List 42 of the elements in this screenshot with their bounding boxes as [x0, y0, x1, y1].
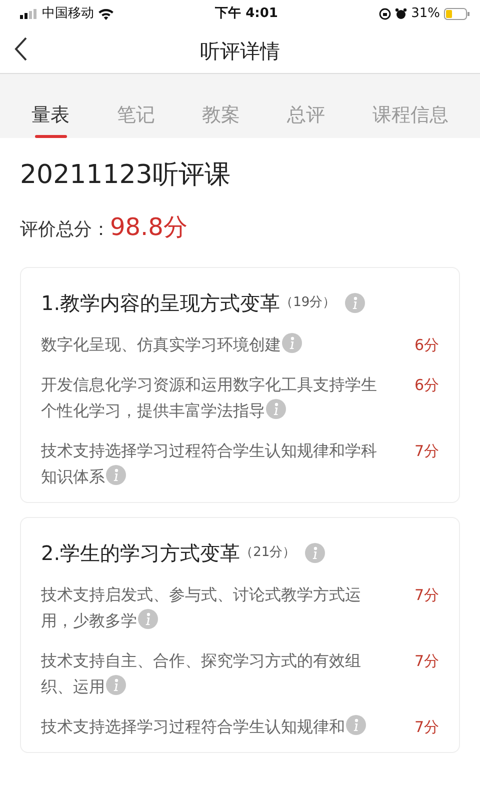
tab[interactable]: 量表	[32, 74, 70, 138]
rotation-lock-icon	[379, 8, 392, 20]
signal-icon	[20, 9, 38, 19]
info-icon[interactable]	[106, 675, 126, 695]
page-title: 听评详情	[200, 38, 280, 64]
status-time: 下午 4:01	[215, 5, 278, 24]
section-points: （21分）	[240, 544, 296, 562]
criterion-text: 数字化呈现、仿真实学习环境创建	[41, 332, 377, 358]
criterion-score: 7分	[414, 717, 439, 738]
section-points: （19分）	[280, 294, 336, 312]
info-icon[interactable]	[304, 543, 325, 563]
battery-percent: 31%	[411, 5, 440, 24]
info-icon[interactable]	[138, 609, 158, 629]
criterion-score: 6分	[414, 335, 439, 356]
lesson-title: 20211123听评课	[20, 159, 232, 192]
criterion-score: 7分	[414, 651, 439, 672]
tab[interactable]: 教案	[202, 74, 240, 138]
criterion-score: 7分	[414, 585, 439, 606]
criterion-text: 技术支持启发式、参与式、讨论式教学方式运用，少教多学	[41, 584, 362, 632]
section-title: 1.教学内容的呈现方式变革	[41, 290, 280, 317]
info-icon[interactable]	[346, 715, 366, 735]
criterion-text: 技术支持选择学习过程符合学生认知规律和	[41, 714, 377, 740]
criterion-text: 技术支持自主、合作、探究学习方式的有效组织、运用	[41, 650, 362, 698]
carrier-name: 中国移动	[42, 5, 94, 24]
criterion-text: 技术支持选择学习过程符合学生认知规律和学科知识体系	[41, 440, 377, 488]
alarm-icon	[395, 8, 408, 20]
criterion-text: 开发信息化学习资源和运用数字化工具支持学生个性化学习，提供丰富学法指导	[41, 374, 377, 422]
tab[interactable]: 笔记	[116, 74, 155, 138]
section-title: 2.学生的学习方式变革	[41, 540, 240, 567]
info-icon[interactable]	[282, 333, 302, 353]
back-button[interactable]	[14, 36, 28, 62]
criterion-score: 6分	[414, 375, 439, 396]
tab[interactable]: 总评	[287, 74, 326, 138]
wifi-icon	[98, 8, 114, 20]
total-score: 98.8分	[110, 212, 188, 243]
info-icon[interactable]	[344, 293, 365, 313]
battery-icon	[444, 8, 470, 20]
tab[interactable]: 课程信息	[372, 74, 448, 138]
info-icon[interactable]	[106, 465, 126, 485]
criterion-score: 7分	[414, 441, 439, 462]
info-icon[interactable]	[266, 399, 286, 419]
total-score-label: 评价总分：	[20, 218, 110, 242]
